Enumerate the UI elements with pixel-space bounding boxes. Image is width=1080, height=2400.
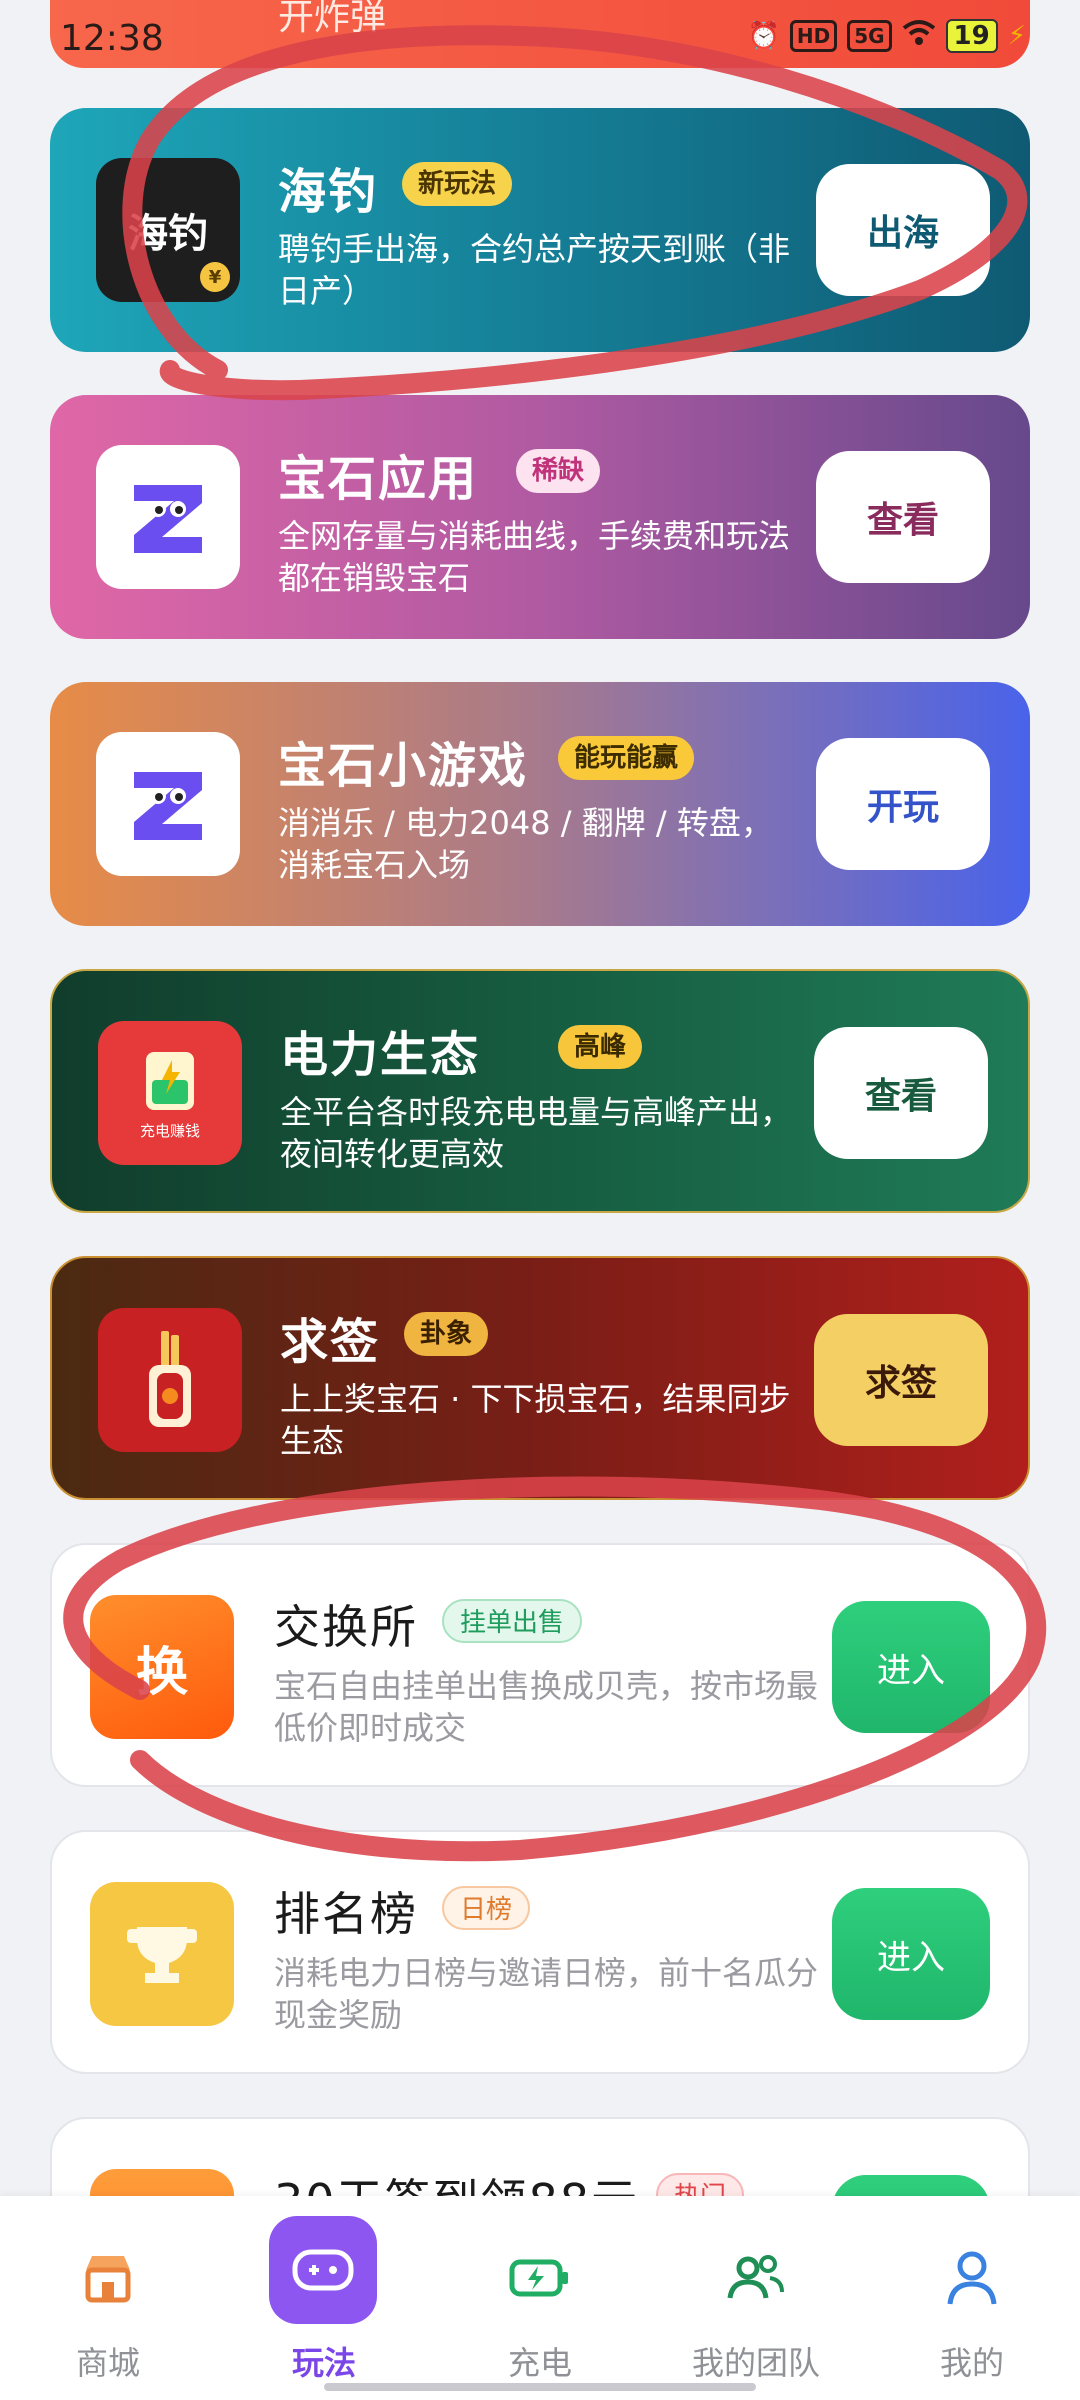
gem-games-logo: [96, 732, 240, 876]
card-badge: 高峰: [558, 1025, 643, 1069]
enter-leaderboard-button[interactable]: 进入: [832, 1888, 990, 2020]
exchange-logo: 换: [90, 1595, 234, 1739]
user-icon: [936, 2242, 1008, 2314]
card-badge: 能玩能赢: [558, 736, 695, 780]
nav-item-play[interactable]: 玩法: [216, 2196, 432, 2400]
enter-exchange-button[interactable]: 进入: [832, 1601, 990, 1733]
nav-item-shop[interactable]: 商城: [0, 2196, 216, 2400]
card-title: 电力生态: [280, 1027, 481, 1083]
nav-item-me[interactable]: 我的: [864, 2196, 1080, 2400]
card-title: 交换所: [274, 1600, 418, 1654]
nav-label: 我的: [939, 2344, 1004, 2382]
card-desc: 宝石自由挂单出售换成贝壳，按市场最低价即时成交: [274, 1667, 819, 1747]
go-sea-button[interactable]: 出海: [816, 164, 990, 296]
nav-label: 我的团队: [691, 2344, 820, 2382]
exchange-logo-text: 换: [135, 1642, 188, 1703]
card-fortune-draw[interactable]: 求签 卦象 上上奖宝石 · 下下损宝石，结果同步生态 求签: [50, 1256, 1030, 1500]
card-gem-apps[interactable]: 宝石应用 稀缺 全网存量与消耗曲线，手续费和玩法都在销毁宝石 查看: [50, 395, 1030, 639]
nav-item-charge[interactable]: 充电: [432, 2196, 648, 2400]
card-exchange[interactable]: 换 交换所 挂单出售 宝石自由挂单出售换成贝壳，按市场最低价即时成交 进入: [50, 1543, 1030, 1787]
card-title: 宝石小游戏: [278, 738, 529, 794]
status-icons: ⏰ HD 5G 19 ⚡: [747, 18, 1026, 53]
card-gem-games[interactable]: 宝石小游戏 能玩能赢 消消乐 / 电力2048 / 翻牌 / 转盘，消耗宝石入场…: [50, 682, 1030, 926]
battery-charge-icon: [504, 2242, 576, 2314]
card-title: 宝石应用: [278, 451, 479, 507]
card-badge: 新玩法: [402, 162, 513, 206]
card-title: 排名榜: [274, 1887, 418, 1941]
coin-icon: ¥: [200, 262, 230, 292]
play-games-button[interactable]: 开玩: [816, 738, 990, 870]
z-logo-icon: [134, 772, 202, 840]
card-power-ecology[interactable]: 充电赚钱 电力生态 高峰 全平台各时段充电电量与高峰产出，夜间转化更高效 查看: [50, 969, 1030, 1213]
card-sea-fishing[interactable]: 海钓 ¥ 海钓 新玩法 聘钓手出海，合约总产按天到账（非日产） 出海: [50, 108, 1030, 352]
fortune-logo: [98, 1308, 242, 1452]
view-gem-apps-button[interactable]: 查看: [816, 451, 990, 583]
trophy-icon: [127, 1927, 197, 1983]
fortune-stick-icon: [149, 1331, 191, 1427]
card-leaderboard[interactable]: 排名榜 日榜 消耗电力日榜与邀请日榜，前十名瓜分现金奖励 进入: [50, 1830, 1030, 2074]
shop-icon: [72, 2242, 144, 2314]
team-icon: [720, 2242, 792, 2314]
card-title: 海钓: [278, 164, 379, 220]
bottom-nav: 商城 玩法 充电 我的团队 我的: [0, 2196, 1080, 2400]
hd-icon: HD: [789, 19, 838, 52]
card-badge: 卦象: [404, 1312, 489, 1356]
leaderboard-logo: [90, 1882, 234, 2026]
status-time: 12:38: [60, 18, 164, 59]
network-5g-icon: 5G: [847, 19, 892, 52]
gamepad-icon: [269, 2216, 377, 2324]
z-logo-icon: [134, 485, 202, 553]
gem-app-logo: [96, 445, 240, 589]
battery-icon: 19: [945, 18, 998, 53]
card-badge: 稀缺: [516, 449, 601, 493]
charge-earn-logo: 充电赚钱: [98, 1021, 242, 1165]
charge-earn-label: 充电赚钱: [139, 1121, 200, 1140]
card-desc: 聘钓手出海，合约总产按天到账（非日产）: [278, 230, 791, 310]
nav-item-team[interactable]: 我的团队: [648, 2196, 864, 2400]
card-badge: 日榜: [442, 1886, 531, 1930]
card-desc: 全网存量与消耗曲线，手续费和玩法都在销毁宝石: [278, 517, 791, 597]
sea-fishing-logo-text: 海钓: [128, 211, 208, 257]
card-desc: 消耗电力日榜与邀请日榜，前十名瓜分现金奖励: [274, 1954, 819, 2034]
alarm-icon: ⏰: [747, 20, 780, 51]
sea-fishing-logo: 海钓 ¥: [96, 158, 240, 302]
charging-icon: ⚡: [1007, 20, 1026, 51]
card-title: 求签: [280, 1314, 381, 1370]
view-power-button[interactable]: 查看: [814, 1027, 988, 1159]
card-desc: 消消乐 / 电力2048 / 翻牌 / 转盘，消耗宝石入场: [278, 804, 773, 884]
battery-icon: [146, 1051, 194, 1110]
nav-label: 充电: [507, 2344, 572, 2382]
nav-label: 商城: [75, 2344, 140, 2382]
home-indicator: [324, 2383, 756, 2391]
status-bar: 12:38 ⏰ HD 5G 19 ⚡: [0, 0, 1080, 80]
nav-label: 玩法: [291, 2344, 356, 2382]
draw-fortune-button[interactable]: 求签: [814, 1314, 988, 1446]
wifi-icon: [902, 18, 936, 53]
card-badge: 挂单出售: [442, 1599, 583, 1643]
card-desc: 全平台各时段充电电量与高峰产出，夜间转化更高效: [280, 1093, 793, 1173]
card-desc: 上上奖宝石 · 下下损宝石，结果同步生态: [280, 1380, 791, 1460]
